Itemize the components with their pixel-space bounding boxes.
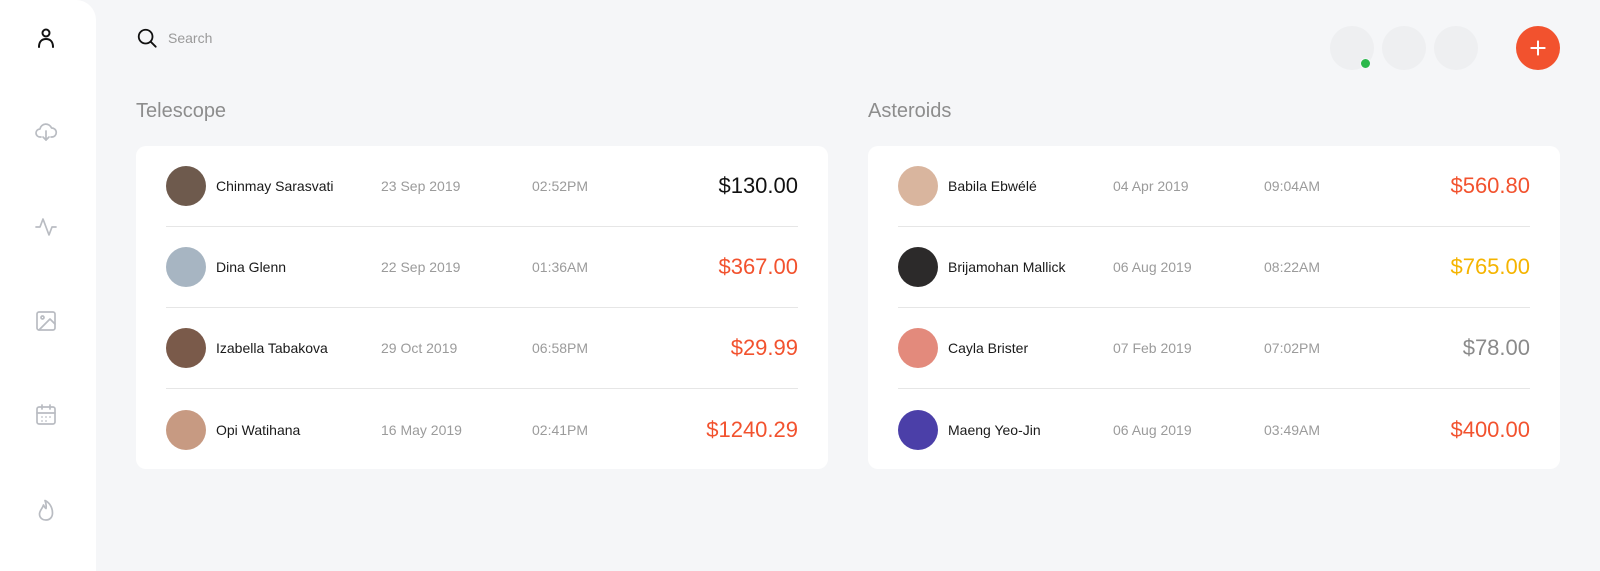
search-icon[interactable] [136,27,158,49]
transaction-amount: $29.99 [730,335,798,360]
table-row[interactable]: Babila Ebwélé 04 Apr 2019 09:04AM $560.8… [898,146,1530,227]
person-name: Brijamohan Mallick [948,259,1066,275]
transaction-time: 03:49AM [1264,421,1321,438]
transaction-date: 22 Sep 2019 [381,259,461,275]
transaction-date: 16 May 2019 [381,421,462,438]
transaction-date: 06 Aug 2019 [1113,259,1192,275]
person-name: Opi Watihana [216,421,301,438]
table-row[interactable]: Cayla Brister 07 Feb 2019 07:02PM $78.00 [898,308,1530,389]
avatar [166,166,206,206]
sidebar [0,0,96,571]
avatar [898,247,938,287]
transaction-amount: $367.00 [718,254,798,279]
transaction-date: 04 Apr 2019 [1113,178,1189,194]
add-button[interactable] [1516,26,1560,70]
transactions-card: Babila Ebwélé 04 Apr 2019 09:04AM $560.8… [868,146,1560,469]
person-name: Izabella Tabakova [216,340,328,356]
transaction-amount: $1240.29 [706,416,798,442]
table-row[interactable]: Opi Watihana 16 May 2019 02:41PM $1240.2… [166,389,798,470]
transaction-time: 02:41PM [532,421,589,438]
avatar [898,409,938,450]
table-row[interactable]: Izabella Tabakova 29 Oct 2019 06:58PM $2… [166,308,798,389]
person-name: Babila Ebwélé [948,178,1037,194]
avatar [166,247,206,287]
table-row[interactable]: Dina Glenn 22 Sep 2019 01:36AM $367.00 [166,227,798,308]
section-title: Asteroids [868,100,952,122]
transaction-date: 29 Oct 2019 [381,340,458,356]
person-name: Maeng Yeo-Jin [948,421,1041,438]
online-status-dot [1360,58,1371,69]
transaction-amount: $560.80 [1450,173,1530,198]
table-row[interactable]: Chinmay Sarasvati 23 Sep 2019 02:52PM $1… [166,146,798,227]
transaction-date: 07 Feb 2019 [1113,340,1192,356]
avatar [166,409,206,450]
activity-icon[interactable] [32,213,60,241]
transaction-time: 09:04AM [1264,178,1321,194]
person-name: Dina Glenn [216,259,287,275]
transaction-amount: $765.00 [1450,254,1530,279]
transaction-time: 08:22AM [1264,259,1321,275]
table-row[interactable]: Maeng Yeo-Jin 06 Aug 2019 03:49AM $400.0… [898,389,1530,470]
transaction-time: 02:52PM [532,178,589,194]
search-input[interactable] [168,30,468,46]
header-avatar[interactable] [1382,26,1426,70]
transaction-amount: $78.00 [1462,335,1530,360]
transaction-time: 01:36AM [532,259,589,275]
header-avatar[interactable] [1434,26,1478,70]
avatar [166,328,206,368]
transaction-amount: $130.00 [718,173,798,198]
avatar [898,166,938,206]
transaction-time: 07:02PM [1264,340,1321,356]
calendar-icon[interactable] [32,401,60,429]
transactions-card: Chinmay Sarasvati 23 Sep 2019 02:52PM $1… [136,146,828,469]
person-name: Cayla Brister [948,340,1029,356]
table-row[interactable]: Brijamohan Mallick 06 Aug 2019 08:22AM $… [898,227,1530,308]
image-icon[interactable] [32,307,60,335]
transaction-amount: $400.00 [1450,416,1530,442]
user-icon[interactable] [32,24,60,52]
person-name: Chinmay Sarasvati [216,178,334,194]
search-bar [136,26,468,50]
avatar [898,328,938,368]
fire-icon[interactable] [32,496,60,524]
cloud-download-icon[interactable] [32,118,60,146]
plus-icon [1530,40,1546,56]
transaction-date: 23 Sep 2019 [381,178,461,194]
transaction-time: 06:58PM [532,340,589,356]
section-title: Telescope [136,100,227,122]
transaction-date: 06 Aug 2019 [1113,421,1192,438]
